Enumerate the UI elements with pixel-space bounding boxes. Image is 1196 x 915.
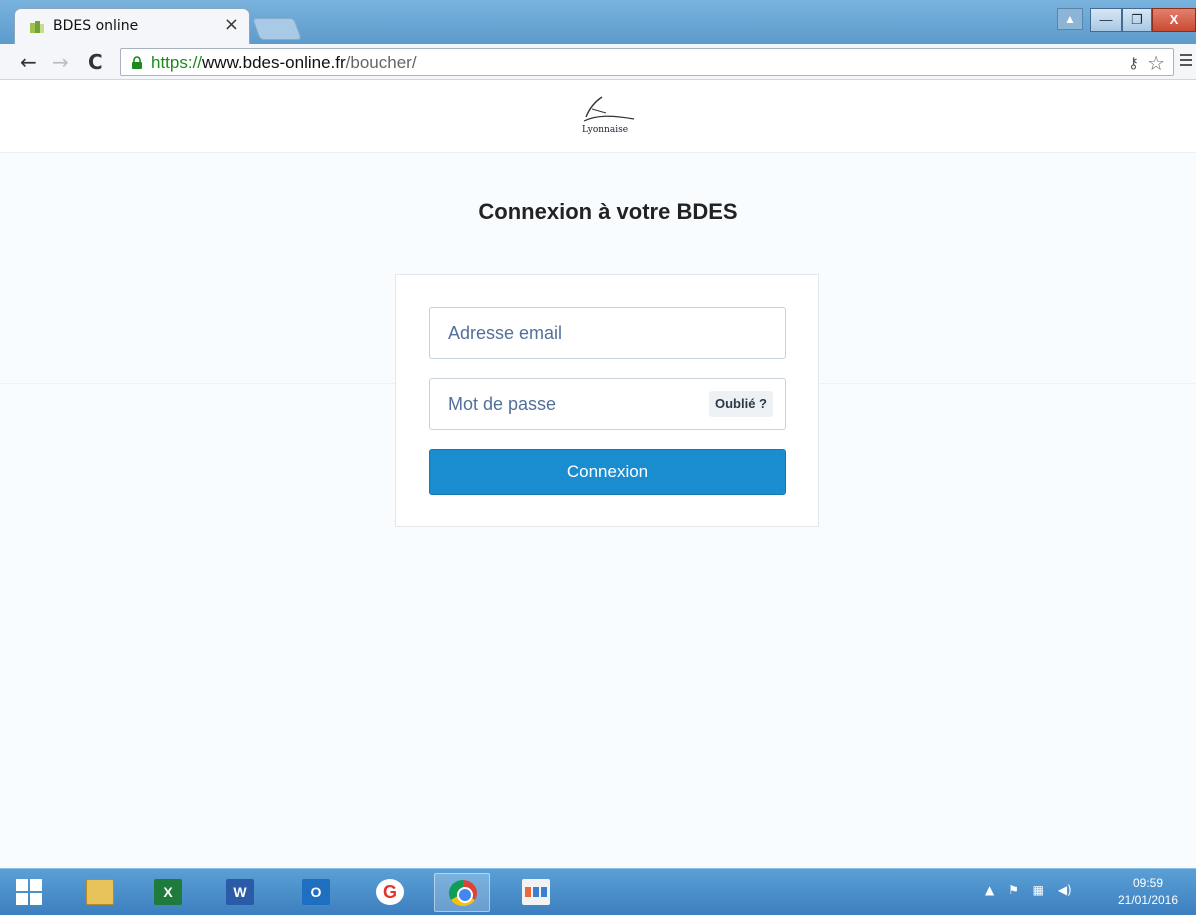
login-card: Oublié ? Connexion [395,274,819,527]
site-header: Lyonnaise [0,81,1196,153]
chrome-icon [449,880,477,906]
excel-icon: X [154,879,182,905]
maximize-button[interactable]: ❐ [1122,8,1152,32]
key-icon[interactable]: ⚷ [1128,54,1139,72]
tab-bdes-online[interactable]: BDES online × [14,8,250,44]
url-scheme: https:// [151,53,203,72]
new-tab-button[interactable] [251,18,303,40]
taskbar-outlook[interactable]: O [288,873,344,912]
site-logo[interactable]: Lyonnaise [572,95,638,135]
menu-icon[interactable] [1180,54,1192,68]
volume-icon[interactable]: ◀) [1058,883,1072,897]
login-heading: Connexion à votre BDES [478,199,738,224]
user-icon[interactable]: ▲ [1057,8,1083,30]
url-text[interactable]: https://www.bdes-online.fr/boucher/ [151,53,417,73]
taskbar-word[interactable]: W [212,873,268,912]
reload-icon[interactable]: C [88,50,103,74]
clock[interactable]: 09:59 21/01/2016 [1116,875,1180,909]
word-icon: W [226,879,254,905]
system-tray: ▲ ⚑ ▦ ◀) [985,883,1082,897]
minimize-button[interactable]: — [1090,8,1122,32]
browser-toolbar: ← → C https://www.bdes-online.fr/boucher… [0,44,1196,80]
action-center-icon[interactable]: ⚑ [1008,883,1019,897]
email-input[interactable] [430,308,785,358]
email-field[interactable] [429,307,786,359]
title-bar: BDES online × ▲ — ❐ X [0,0,1196,44]
logo-text: Lyonnaise [581,125,629,135]
forward-icon[interactable]: → [52,50,69,74]
logo-swoosh-icon [583,96,635,122]
page-content: Lyonnaise Connexion à votre BDES Oublié … [0,81,1196,868]
lock-icon [132,56,142,69]
tray-expand-icon[interactable]: ▲ [985,883,994,897]
browser-window: BDES online × ▲ — ❐ X ← → C https://www.… [0,0,1196,915]
url-path: /boucher/ [345,53,417,72]
outlook-icon: O [302,879,330,905]
tab-title: BDES online [53,18,139,34]
windows-start-icon[interactable] [16,879,42,905]
taskbar-google[interactable]: G [362,873,418,912]
back-icon[interactable]: ← [20,50,37,74]
windows-taskbar: X W O G ▲ ⚑ ▦ ◀) 09:59 21/01/2016 [0,868,1196,915]
address-bar[interactable]: https://www.bdes-online.fr/boucher/ ⚷ ☆ [120,48,1174,76]
url-host: www.bdes-online.fr [202,53,346,72]
taskbar-chrome[interactable] [434,873,490,912]
favicon-icon [30,21,44,33]
taskbar-app[interactable] [508,873,564,912]
clock-time: 09:59 [1132,876,1164,890]
close-tab-icon[interactable]: × [224,15,239,35]
network-icon[interactable]: ▦ [1033,883,1044,897]
star-icon[interactable]: ☆ [1147,51,1165,75]
taskbar-file-explorer[interactable] [72,873,128,912]
taskbar-excel[interactable]: X [140,873,196,912]
close-window-button[interactable]: X [1152,8,1196,32]
app-icon [522,879,550,905]
password-field[interactable]: Oublié ? [429,378,786,430]
login-button[interactable]: Connexion [429,449,786,495]
clock-date: 21/01/2016 [1117,893,1179,907]
google-icon: G [376,879,404,905]
forgot-password-link[interactable]: Oublié ? [709,391,773,417]
folder-icon [86,879,114,905]
